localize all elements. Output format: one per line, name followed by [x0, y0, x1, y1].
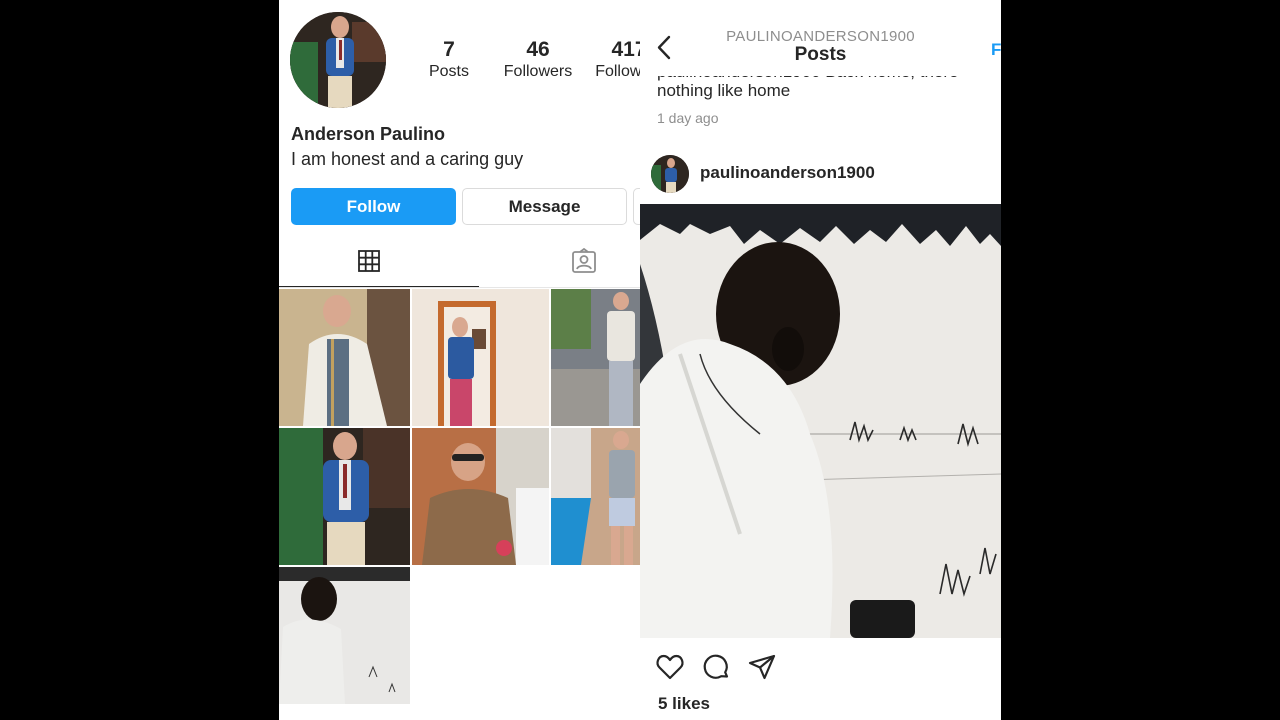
grid-post-1[interactable]: [279, 289, 410, 426]
caption-text: nothing like home: [657, 81, 791, 100]
post-author-username[interactable]: paulinoanderson1900: [700, 163, 875, 183]
following-count: 417: [611, 38, 640, 61]
grid-post-6[interactable]: [551, 428, 640, 565]
grid-post-5[interactable]: [412, 428, 549, 565]
post-photo[interactable]: [640, 204, 1001, 638]
followers-stat[interactable]: 46 Followers: [499, 38, 577, 82]
following-stat[interactable]: 417 Following: [589, 38, 640, 82]
tab-tagged[interactable]: [494, 240, 640, 287]
header-username: PAULINOANDERSON1900: [726, 28, 915, 45]
suggested-button[interactable]: [633, 188, 640, 225]
tab-divider: [279, 287, 640, 288]
posts-count: 7: [443, 38, 455, 61]
followers-label: Followers: [503, 63, 573, 80]
comment-icon[interactable]: [701, 652, 731, 682]
grid-post-3[interactable]: [551, 289, 640, 426]
profile-bio: I am honest and a caring guy: [291, 149, 524, 169]
post-detail-panel: paulinoanderson1900 Back home, there PAU…: [640, 0, 1001, 720]
profile-tabs: [279, 240, 640, 288]
posts-stat[interactable]: 7 Posts: [427, 38, 471, 82]
followers-count: 46: [526, 38, 550, 61]
share-icon[interactable]: [747, 652, 777, 682]
grid-post-7[interactable]: [279, 567, 410, 704]
likes-count[interactable]: 5 likes: [658, 694, 710, 714]
post-author-avatar[interactable]: [651, 155, 689, 193]
post-header-bar: PAULINOANDERSON1900 Posts Follow: [640, 0, 1001, 76]
profile-panel: 7 Posts 46 Followers 417 Following Ander…: [279, 0, 640, 720]
message-button[interactable]: Message: [462, 188, 627, 225]
header-follow-link[interactable]: Follow: [991, 40, 1001, 60]
profile-avatar[interactable]: [290, 12, 386, 108]
grid-post-2[interactable]: [412, 289, 549, 426]
follow-button[interactable]: Follow: [291, 188, 456, 225]
heart-icon[interactable]: [655, 652, 685, 682]
header-title: Posts: [794, 44, 847, 65]
profile-name: Anderson Paulino: [291, 124, 446, 144]
post-timestamp: 1 day ago: [657, 110, 719, 126]
following-label: Following: [595, 63, 640, 80]
grid-post-4[interactable]: [279, 428, 410, 565]
tab-posts-grid[interactable]: [279, 240, 459, 287]
posts-label: Posts: [428, 63, 469, 80]
tagged-icon: [571, 247, 597, 279]
grid-icon: [357, 249, 381, 278]
